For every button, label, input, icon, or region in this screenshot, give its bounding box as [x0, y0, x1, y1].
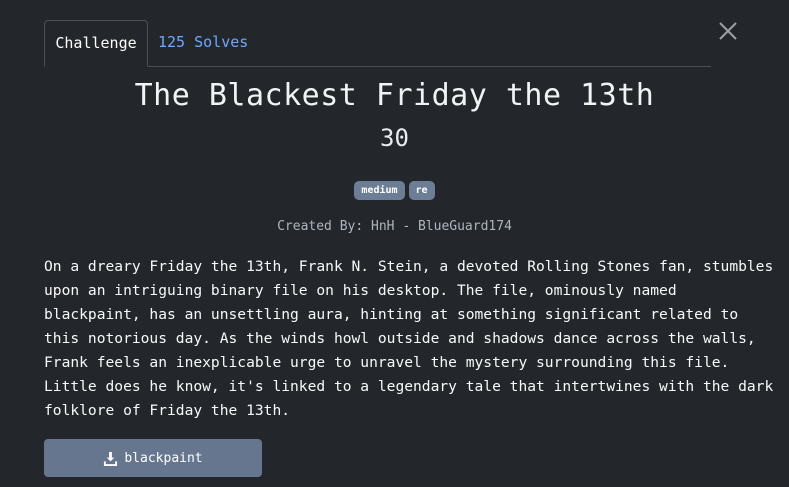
challenge-title: The Blackest Friday the 13th: [134, 78, 655, 113]
description-line: Little does he know, it's linked to a le…: [44, 378, 774, 395]
tag-badge: medium: [354, 181, 405, 200]
challenge-description: On a dreary Friday the 13th, Frank N. St…: [44, 255, 774, 423]
close-button[interactable]: [716, 19, 740, 43]
tag-badge: re: [408, 181, 435, 200]
description-line: On a dreary Friday the 13th, Frank N. St…: [44, 258, 774, 275]
challenge-points: 30: [380, 124, 409, 152]
download-file-button[interactable]: blackpaint: [44, 439, 262, 477]
download-icon: [104, 451, 118, 466]
description-line: folklore of Friday the 13th.: [44, 402, 291, 419]
tab-bar: Challenge 125 Solves: [44, 20, 711, 67]
challenge-modal: Challenge 125 Solves The Blackest Friday…: [0, 0, 789, 487]
description-line: this notorious day. As the winds howl ou…: [44, 330, 756, 347]
description-line: Frank feels an inexplicable urge to unra…: [44, 354, 730, 371]
description-line: blackpaint, has an unsettling aura, hint…: [44, 306, 739, 323]
tab-challenge[interactable]: Challenge: [44, 20, 148, 67]
tab-solves[interactable]: 125 Solves: [148, 20, 258, 65]
author-text: Created By: HnH - BlueGuard174: [277, 219, 512, 234]
close-icon: [719, 22, 737, 40]
tag-list: medium re: [0, 181, 789, 200]
description-line: upon an intriguing binary file on his de…: [44, 282, 677, 299]
file-name: blackpaint: [124, 450, 203, 466]
